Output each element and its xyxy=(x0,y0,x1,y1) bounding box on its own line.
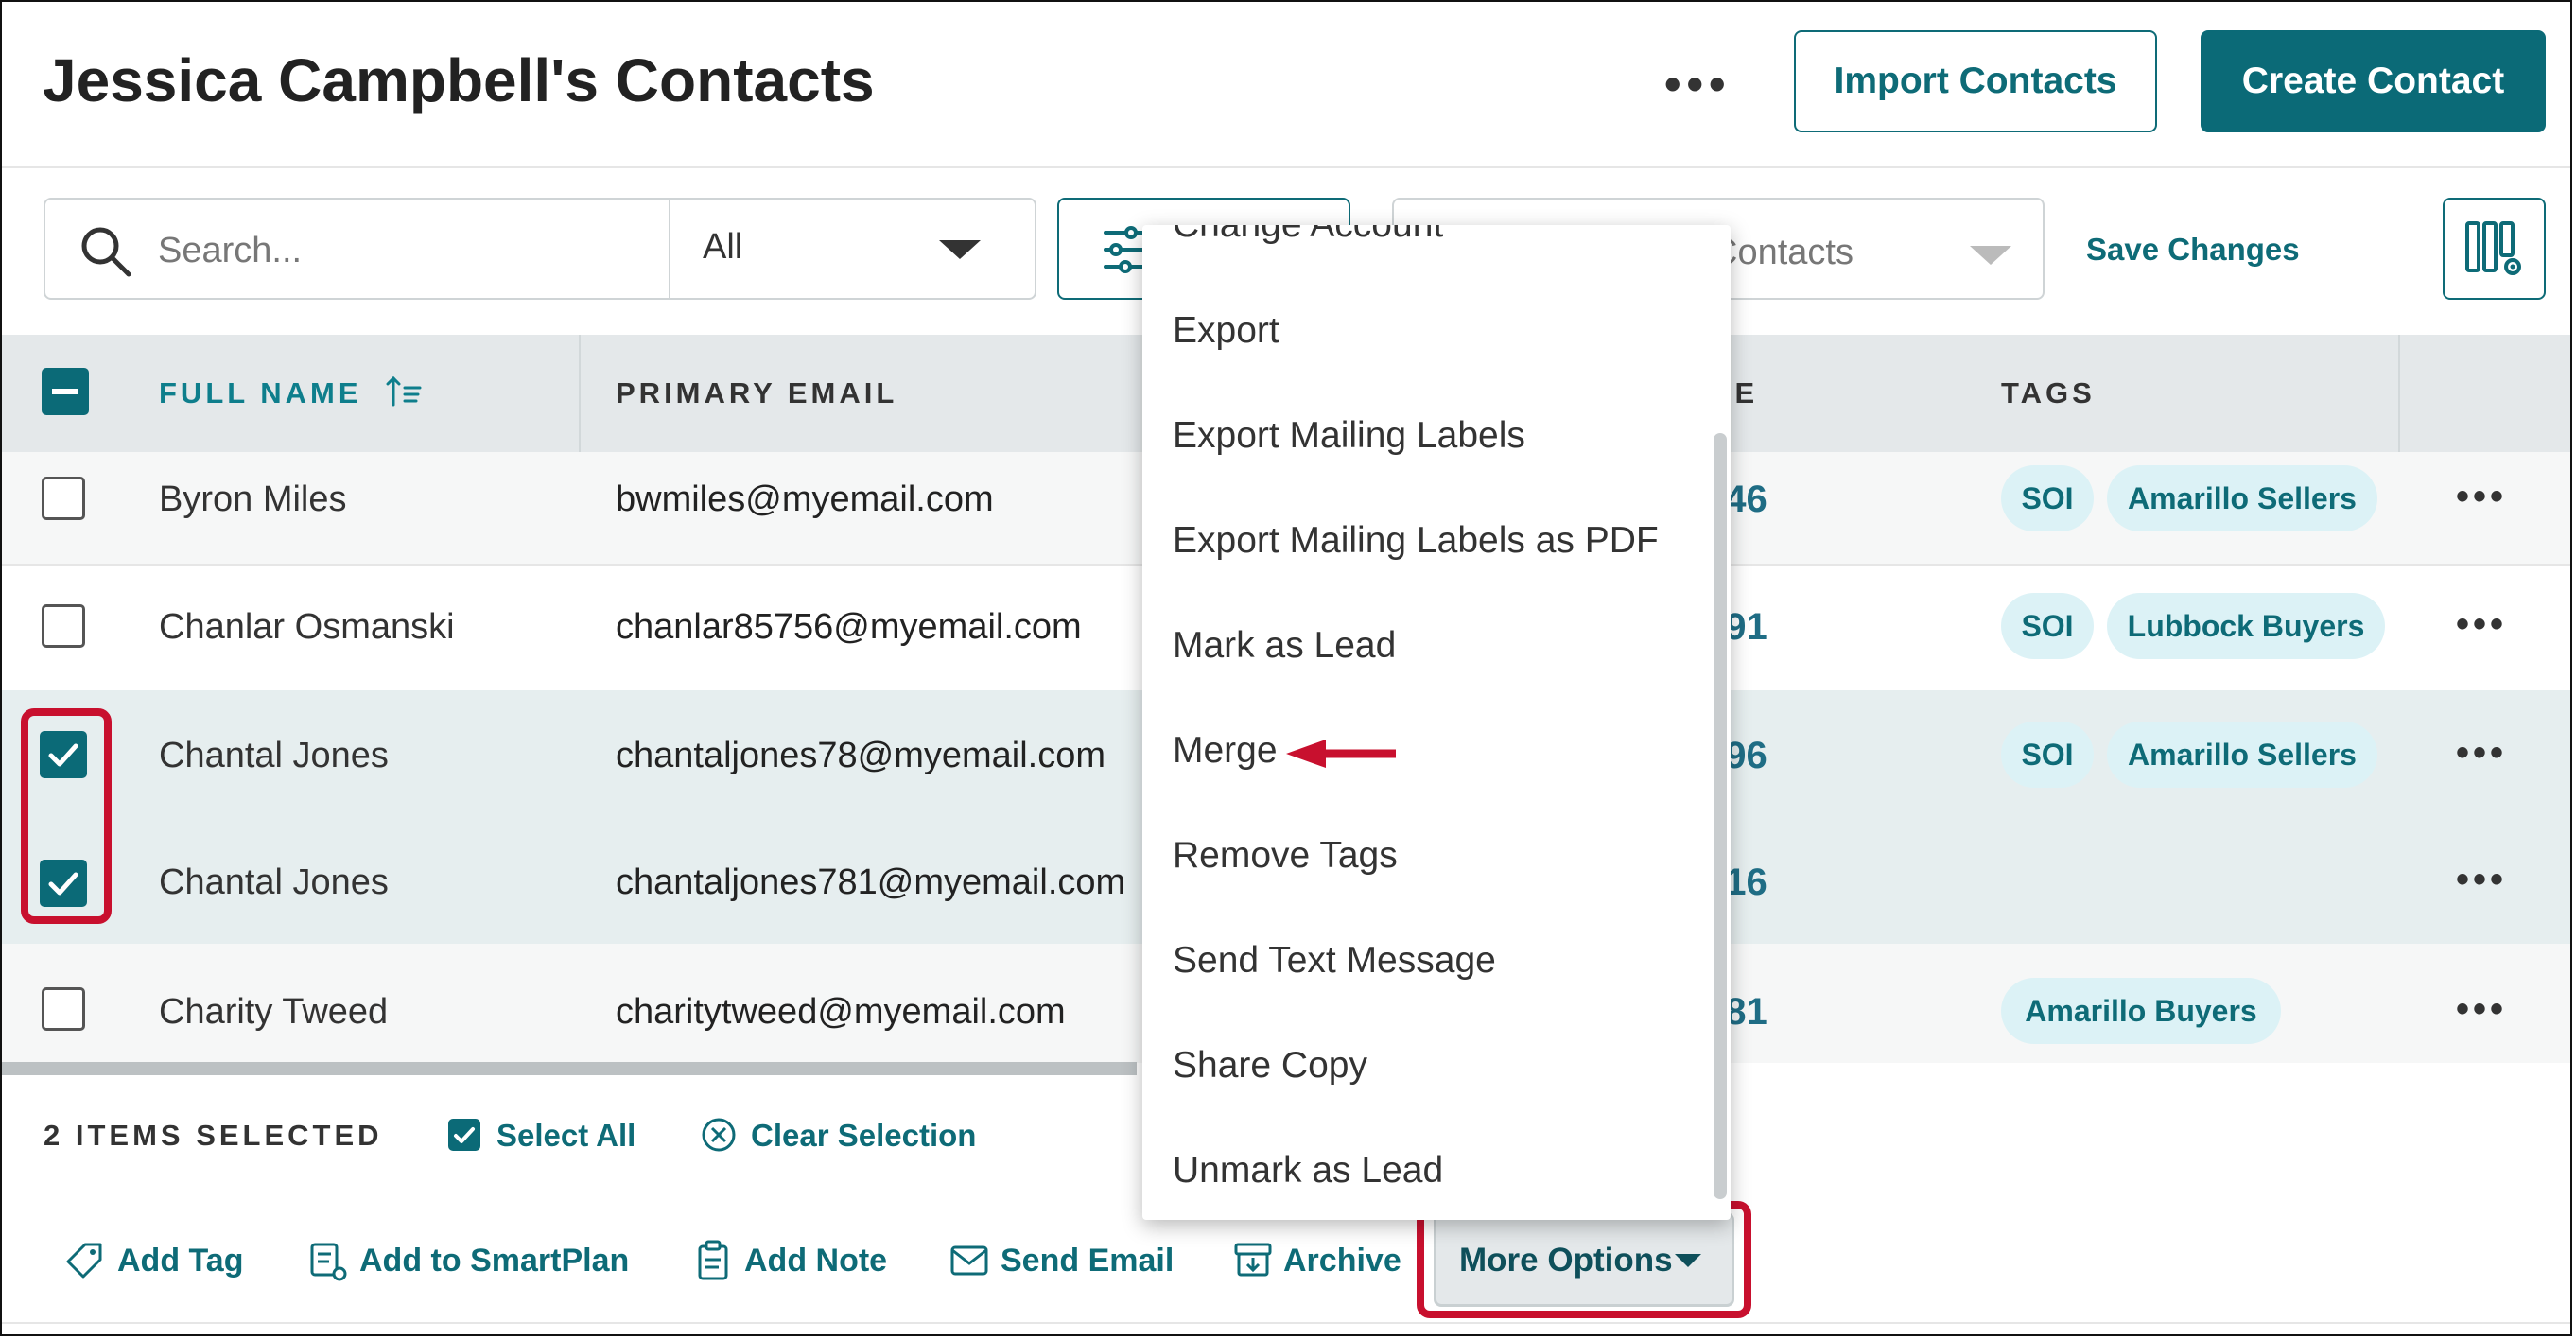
screenshot-frame xyxy=(0,0,2572,1336)
contacts-page: Jessica Campbell's Contacts ••• Import C… xyxy=(0,0,2576,1340)
